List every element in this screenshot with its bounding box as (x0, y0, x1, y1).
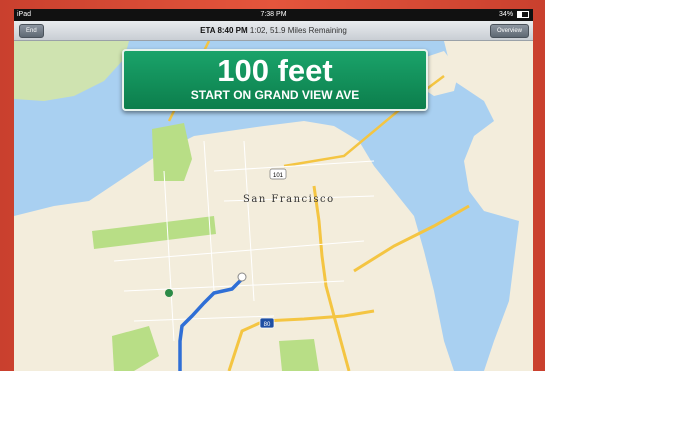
battery-icon (517, 10, 529, 18)
city-label: San Francisco (243, 194, 335, 205)
park-southeast (279, 339, 319, 371)
battery-indicator: 34% (499, 9, 529, 21)
overview-button[interactable]: Overview (489, 24, 529, 38)
eta-info: ETA 8:40 PM 1:02, 51.9 Miles Remaining (14, 21, 533, 40)
presidio-park (152, 123, 192, 181)
direction-sign: 100 feet START ON GRAND VIEW AVE (122, 49, 428, 111)
highway-101-label: 101 (273, 173, 284, 179)
battery-percent: 34% (499, 11, 514, 18)
distance-label: 100 feet (217, 53, 333, 88)
window-frame: iPad 7:38 PM 34% End ETA 8:40 PM 1:02, 5… (0, 0, 545, 371)
route-start-marker (237, 272, 247, 282)
sf-land (14, 121, 454, 371)
eta-detail: 1:02, 51.9 Miles Remaining (249, 26, 347, 35)
marin-land (14, 41, 129, 101)
park-marker-icon (165, 289, 173, 297)
east-bay-land (444, 41, 533, 371)
map-view[interactable]: 101 80 100 feet START ON GRAND VIEW AVE … (14, 41, 533, 371)
instruction-label: START ON GRAND VIEW AVE (190, 88, 360, 102)
navigation-bar: End ETA 8:40 PM 1:02, 51.9 Miles Remaini… (14, 21, 533, 41)
highway-80-label: 80 (264, 322, 271, 328)
eta-time: ETA 8:40 PM (200, 26, 248, 35)
clock: 7:38 PM (260, 11, 287, 18)
status-bar: iPad 7:38 PM 34% (14, 9, 533, 21)
